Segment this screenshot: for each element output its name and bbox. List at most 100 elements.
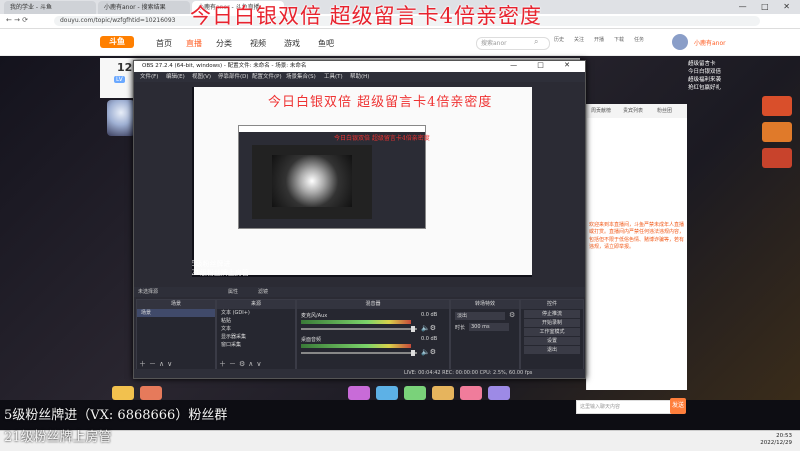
- nested-preview: [252, 145, 372, 219]
- obs-window: OBS 27.2.4 (64-bit, windows) - 配置文件: 未命名…: [133, 60, 586, 379]
- tab-weekly-rank[interactable]: 周贡献榜: [591, 107, 611, 114]
- menu-edit[interactable]: 编辑(E): [166, 72, 185, 82]
- side-icon-column: [760, 60, 798, 310]
- overlay-line-1: 5级粉丝牌进（VX: 6868666）粉丝群: [4, 408, 228, 423]
- follow-icon[interactable]: 关注: [572, 36, 586, 43]
- room-number: 12: [117, 61, 133, 74]
- search-icon[interactable]: ⌕: [534, 37, 538, 47]
- menu-view[interactable]: 视图(V): [192, 72, 211, 82]
- menu-scene-collection[interactable]: 场景集合(S): [286, 72, 316, 82]
- obs-preview[interactable]: 今日白银双倍 超级留言卡4倍亲密度 今日白银双倍 超级留言卡4倍亲密度 5级粉丝…: [192, 87, 532, 277]
- history-icon[interactable]: 历史: [552, 36, 566, 43]
- gift-bar: [108, 386, 568, 400]
- dock-title: 控件: [521, 300, 583, 309]
- chat-input[interactable]: 这里输入聊天内容: [576, 400, 673, 414]
- nav-category[interactable]: 分类: [216, 38, 232, 49]
- properties-button[interactable]: 属性: [228, 287, 238, 297]
- preview-title: 今日白银双倍 超级留言卡4倍亲密度: [268, 95, 493, 110]
- volume-slider[interactable]: [301, 326, 417, 332]
- window-controls[interactable]: — □ ✕: [739, 0, 796, 13]
- transition-select[interactable]: 淡出: [455, 312, 505, 320]
- menu-file[interactable]: 文件(F): [140, 72, 158, 82]
- clock-time: 20:53: [776, 433, 792, 439]
- menu-docks[interactable]: 停靠部件(D): [218, 72, 249, 82]
- chat-panel: 周贡献榜 贵宾列表 粉丝团 欢迎来到本直播间，斗鱼严禁未成年人直播或打赏。直播间…: [586, 104, 687, 390]
- menu-help[interactable]: 帮助(H): [350, 72, 369, 82]
- speaker-icon[interactable]: 🔈⚙: [421, 324, 436, 332]
- side-ad-line: 今日白银双倍: [688, 69, 722, 75]
- scene-item[interactable]: 场景: [137, 309, 215, 317]
- duration-label: 时长: [455, 325, 466, 331]
- task-icon[interactable]: 任务: [632, 36, 646, 43]
- no-source-label: 未选择源: [138, 289, 159, 295]
- dock-title: 来源: [217, 300, 295, 309]
- browser-tab[interactable]: 小鹿有anor - 搜索结果: [98, 1, 190, 14]
- broadcast-icon[interactable]: 开播: [592, 36, 606, 43]
- nav-home[interactable]: 首页: [156, 38, 172, 49]
- exit-button[interactable]: 退出: [524, 346, 580, 354]
- gift-icon[interactable]: [404, 386, 426, 400]
- nav-fishbar[interactable]: 鱼吧: [318, 38, 334, 49]
- slider-knob[interactable]: [411, 326, 415, 332]
- start-record-button[interactable]: 开始录制: [524, 319, 580, 327]
- gift-icon[interactable]: [376, 386, 398, 400]
- source-item[interactable]: 粘贴: [217, 317, 295, 325]
- clock: 20:53 2022/12/29: [760, 433, 792, 447]
- source-item[interactable]: 窗口采集: [217, 341, 295, 349]
- settings-button[interactable]: 设置: [524, 337, 580, 345]
- speaker-icon[interactable]: 🔈⚙: [421, 348, 436, 356]
- browser-tab[interactable]: 我的学业 - 斗鱼: [4, 1, 96, 14]
- overlay-title: 今日白银双倍 超级留言卡4倍亲密度: [190, 4, 543, 28]
- volume-slider[interactable]: [301, 350, 417, 356]
- filters-button[interactable]: 滤镜: [258, 287, 268, 297]
- menu-tools[interactable]: 工具(T): [324, 72, 343, 82]
- search-input[interactable]: 搜索anor: [476, 37, 550, 50]
- nav-video[interactable]: 视频: [250, 38, 266, 49]
- nav-game[interactable]: 游戏: [284, 38, 300, 49]
- gift-promo-icon[interactable]: [762, 148, 792, 168]
- site-logo[interactable]: 斗鱼: [100, 36, 134, 48]
- chat-tabs: 周贡献榜 贵宾列表 粉丝团: [587, 104, 687, 118]
- gift-icon[interactable]: [432, 386, 454, 400]
- chat-notice: 欢迎来到本直播间，斗鱼严禁未成年人直播或打赏。直播间内严禁任何违法违规内容，包括…: [589, 222, 685, 251]
- gear-icon[interactable]: ⚙: [509, 311, 515, 319]
- status-text: LIVE: 00:04:42 REC: 00:00:00 CPU: 2.5%, …: [404, 370, 533, 376]
- avatar[interactable]: [672, 34, 688, 50]
- nav-live[interactable]: 直播: [186, 38, 202, 49]
- track-db: 0.0 dB: [421, 312, 438, 318]
- download-icon[interactable]: 下载: [612, 36, 626, 43]
- gift-icon[interactable]: [112, 386, 134, 400]
- source-item[interactable]: 文本: [217, 325, 295, 333]
- gift-promo-icon[interactable]: [762, 122, 792, 142]
- obs-window-controls[interactable]: — □ ✕: [510, 61, 579, 69]
- transitions-dock: 转场特效 淡出 ⚙ 时长 300 ms: [450, 299, 520, 371]
- clock-date: 2022/12/29: [760, 440, 792, 446]
- nav-arrows-icon[interactable]: ← → ⟳: [6, 16, 28, 24]
- gift-promo-icon[interactable]: [762, 96, 792, 116]
- slider-knob[interactable]: [411, 350, 415, 356]
- side-ad: 超级留言卡 今日白银双倍 超级福利来袭 抢红包赢好礼: [688, 60, 760, 320]
- level-badge: LV: [114, 76, 125, 83]
- tab-fan-club[interactable]: 粉丝团: [657, 107, 672, 114]
- track-db: 0.0 dB: [421, 336, 438, 342]
- stop-stream-button[interactable]: 停止推流: [524, 310, 580, 318]
- tab-vip-list[interactable]: 贵宾列表: [623, 107, 643, 114]
- dock-buttons[interactable]: ＋－⚙∧∨: [219, 359, 265, 369]
- streamer-avatar[interactable]: [107, 100, 135, 136]
- menu-profile[interactable]: 配置文件(P): [252, 72, 282, 82]
- side-ad-line: 超级留言卡: [688, 61, 716, 67]
- overlay-line-2: 21级粉丝牌上房管: [4, 430, 112, 445]
- username[interactable]: 小鹿有anor: [694, 38, 726, 47]
- studio-mode-button[interactable]: 工作室模式: [524, 328, 580, 336]
- gift-icon[interactable]: [140, 386, 162, 400]
- source-item[interactable]: 文本 (GDI+): [217, 309, 295, 317]
- gift-icon[interactable]: [348, 386, 370, 400]
- source-item[interactable]: 显示器采集: [217, 333, 295, 341]
- duration-input[interactable]: 300 ms: [469, 323, 509, 331]
- gift-icon[interactable]: [488, 386, 510, 400]
- send-button[interactable]: 发送: [670, 398, 686, 414]
- preview-bottom-text: 21级粉丝牌上房管: [192, 269, 249, 277]
- gift-icon[interactable]: [460, 386, 482, 400]
- scenes-dock: 场景 场景 ＋－∧∨: [136, 299, 216, 371]
- dock-buttons[interactable]: ＋－∧∨: [139, 359, 175, 369]
